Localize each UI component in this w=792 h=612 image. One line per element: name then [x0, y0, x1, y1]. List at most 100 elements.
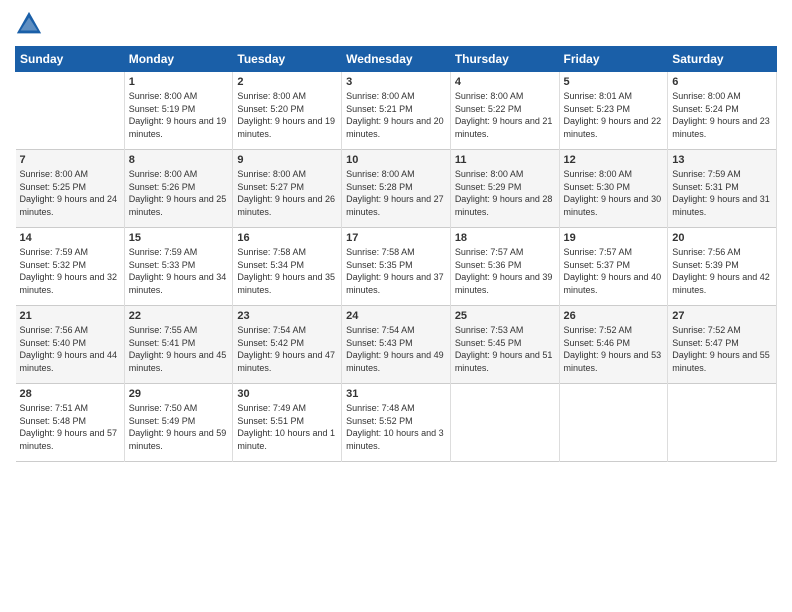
calendar-cell: 8 Sunrise: 8:00 AMSunset: 5:26 PMDaylight…: [124, 150, 233, 228]
calendar-cell: 6 Sunrise: 8:00 AMSunset: 5:24 PMDaylight…: [668, 72, 777, 150]
day-info: Sunrise: 8:00 AMSunset: 5:26 PMDaylight:…: [129, 168, 229, 218]
calendar-cell: [450, 384, 559, 462]
day-info: Sunrise: 7:56 AMSunset: 5:39 PMDaylight:…: [672, 246, 772, 296]
day-info: Sunrise: 8:00 AMSunset: 5:20 PMDaylight:…: [237, 90, 337, 140]
weekday-header-friday: Friday: [559, 47, 668, 72]
day-number: 12: [564, 154, 664, 166]
calendar-cell: 31Sunrise: 7:48 AMSunset: 5:52 PMDayligh…: [342, 384, 451, 462]
day-info: Sunrise: 8:00 AMSunset: 5:30 PMDaylight:…: [564, 168, 664, 218]
day-number: 31: [346, 388, 446, 400]
calendar-cell: 20 Sunrise: 7:56 AMSunset: 5:39 PMDayligh…: [668, 228, 777, 306]
day-number: 25: [455, 310, 555, 322]
calendar-week-row: 1 Sunrise: 8:00 AMSunset: 5:19 PMDaylight…: [16, 72, 777, 150]
calendar-cell: 22Sunrise: 7:55 AMSunset: 5:41 PMDayligh…: [124, 306, 233, 384]
day-number: 10: [346, 154, 446, 166]
calendar-cell: 25 Sunrise: 7:53 AMSunset: 5:45 PMDayligh…: [450, 306, 559, 384]
day-info: Sunrise: 7:56 AMSunset: 5:40 PMDaylight:…: [20, 324, 120, 374]
calendar-week-row: 21Sunrise: 7:56 AMSunset: 5:40 PMDayligh…: [16, 306, 777, 384]
calendar-cell: [16, 72, 125, 150]
weekday-header-wednesday: Wednesday: [342, 47, 451, 72]
day-info: Sunrise: 8:00 AMSunset: 5:28 PMDaylight:…: [346, 168, 446, 218]
day-number: 11: [455, 154, 555, 166]
calendar-table: SundayMondayTuesdayWednesdayThursdayFrid…: [15, 46, 777, 462]
day-number: 13: [672, 154, 772, 166]
weekday-header-saturday: Saturday: [668, 47, 777, 72]
day-number: 26: [564, 310, 664, 322]
calendar-cell: 16 Sunrise: 7:58 AMSunset: 5:34 PMDayligh…: [233, 228, 342, 306]
calendar-week-row: 14 Sunrise: 7:59 AMSunset: 5:32 PMDayligh…: [16, 228, 777, 306]
day-info: Sunrise: 8:00 AMSunset: 5:27 PMDaylight:…: [237, 168, 337, 218]
calendar-cell: [559, 384, 668, 462]
day-info: Sunrise: 8:01 AMSunset: 5:23 PMDaylight:…: [564, 90, 664, 140]
weekday-header-row: SundayMondayTuesdayWednesdayThursdayFrid…: [16, 47, 777, 72]
calendar-cell: 29 Sunrise: 7:50 AMSunset: 5:49 PMDayligh…: [124, 384, 233, 462]
day-number: 29: [129, 388, 229, 400]
calendar-cell: 5Sunrise: 8:01 AMSunset: 5:23 PMDaylight…: [559, 72, 668, 150]
day-number: 16: [237, 232, 337, 244]
calendar-cell: [668, 384, 777, 462]
page-container: SundayMondayTuesdayWednesdayThursdayFrid…: [0, 0, 792, 472]
day-info: Sunrise: 7:59 AMSunset: 5:32 PMDaylight:…: [20, 246, 120, 296]
day-number: 28: [20, 388, 120, 400]
calendar-cell: 3 Sunrise: 8:00 AMSunset: 5:21 PMDaylight…: [342, 72, 451, 150]
calendar-cell: 10 Sunrise: 8:00 AMSunset: 5:28 PMDayligh…: [342, 150, 451, 228]
calendar-cell: 12 Sunrise: 8:00 AMSunset: 5:30 PMDayligh…: [559, 150, 668, 228]
day-info: Sunrise: 7:52 AMSunset: 5:47 PMDaylight:…: [672, 324, 772, 374]
page-header: [15, 10, 777, 38]
day-number: 20: [672, 232, 772, 244]
day-info: Sunrise: 7:58 AMSunset: 5:34 PMDaylight:…: [237, 246, 337, 296]
calendar-cell: 11Sunrise: 8:00 AMSunset: 5:29 PMDayligh…: [450, 150, 559, 228]
calendar-cell: 23Sunrise: 7:54 AMSunset: 5:42 PMDayligh…: [233, 306, 342, 384]
calendar-cell: 13Sunrise: 7:59 AMSunset: 5:31 PMDayligh…: [668, 150, 777, 228]
day-info: Sunrise: 8:00 AMSunset: 5:24 PMDaylight:…: [672, 90, 772, 140]
day-number: 19: [564, 232, 664, 244]
day-number: 3: [346, 76, 446, 88]
day-info: Sunrise: 7:53 AMSunset: 5:45 PMDaylight:…: [455, 324, 555, 374]
day-info: Sunrise: 7:59 AMSunset: 5:33 PMDaylight:…: [129, 246, 229, 296]
calendar-cell: 24Sunrise: 7:54 AMSunset: 5:43 PMDayligh…: [342, 306, 451, 384]
calendar-cell: 7 Sunrise: 8:00 AMSunset: 5:25 PMDaylight…: [16, 150, 125, 228]
day-number: 9: [237, 154, 337, 166]
weekday-header-thursday: Thursday: [450, 47, 559, 72]
day-info: Sunrise: 7:57 AMSunset: 5:36 PMDaylight:…: [455, 246, 555, 296]
day-info: Sunrise: 8:00 AMSunset: 5:25 PMDaylight:…: [20, 168, 120, 218]
day-info: Sunrise: 7:58 AMSunset: 5:35 PMDaylight:…: [346, 246, 446, 296]
weekday-header-sunday: Sunday: [16, 47, 125, 72]
day-number: 8: [129, 154, 229, 166]
weekday-header-monday: Monday: [124, 47, 233, 72]
day-number: 6: [672, 76, 772, 88]
day-number: 17: [346, 232, 446, 244]
calendar-cell: 2 Sunrise: 8:00 AMSunset: 5:20 PMDaylight…: [233, 72, 342, 150]
day-info: Sunrise: 8:00 AMSunset: 5:22 PMDaylight:…: [455, 90, 555, 140]
calendar-cell: 17 Sunrise: 7:58 AMSunset: 5:35 PMDayligh…: [342, 228, 451, 306]
logo-icon: [15, 10, 43, 38]
day-number: 7: [20, 154, 120, 166]
day-info: Sunrise: 7:51 AMSunset: 5:48 PMDaylight:…: [20, 402, 120, 452]
day-number: 24: [346, 310, 446, 322]
calendar-cell: 21Sunrise: 7:56 AMSunset: 5:40 PMDayligh…: [16, 306, 125, 384]
calendar-cell: 30Sunrise: 7:49 AMSunset: 5:51 PMDayligh…: [233, 384, 342, 462]
day-number: 30: [237, 388, 337, 400]
day-info: Sunrise: 8:00 AMSunset: 5:19 PMDaylight:…: [129, 90, 229, 140]
calendar-cell: 19Sunrise: 7:57 AMSunset: 5:37 PMDayligh…: [559, 228, 668, 306]
day-info: Sunrise: 7:55 AMSunset: 5:41 PMDaylight:…: [129, 324, 229, 374]
calendar-cell: 28 Sunrise: 7:51 AMSunset: 5:48 PMDayligh…: [16, 384, 125, 462]
calendar-cell: 26 Sunrise: 7:52 AMSunset: 5:46 PMDayligh…: [559, 306, 668, 384]
calendar-week-row: 7 Sunrise: 8:00 AMSunset: 5:25 PMDaylight…: [16, 150, 777, 228]
calendar-cell: 18Sunrise: 7:57 AMSunset: 5:36 PMDayligh…: [450, 228, 559, 306]
day-number: 2: [237, 76, 337, 88]
day-number: 14: [20, 232, 120, 244]
calendar-week-row: 28 Sunrise: 7:51 AMSunset: 5:48 PMDayligh…: [16, 384, 777, 462]
day-number: 1: [129, 76, 229, 88]
day-number: 4: [455, 76, 555, 88]
day-info: Sunrise: 7:50 AMSunset: 5:49 PMDaylight:…: [129, 402, 229, 452]
day-info: Sunrise: 7:52 AMSunset: 5:46 PMDaylight:…: [564, 324, 664, 374]
calendar-cell: 4 Sunrise: 8:00 AMSunset: 5:22 PMDaylight…: [450, 72, 559, 150]
day-number: 27: [672, 310, 772, 322]
logo: [15, 10, 47, 38]
day-info: Sunrise: 8:00 AMSunset: 5:21 PMDaylight:…: [346, 90, 446, 140]
calendar-cell: 15Sunrise: 7:59 AMSunset: 5:33 PMDayligh…: [124, 228, 233, 306]
calendar-cell: 1 Sunrise: 8:00 AMSunset: 5:19 PMDaylight…: [124, 72, 233, 150]
day-info: Sunrise: 7:54 AMSunset: 5:42 PMDaylight:…: [237, 324, 337, 374]
calendar-cell: 9 Sunrise: 8:00 AMSunset: 5:27 PMDaylight…: [233, 150, 342, 228]
